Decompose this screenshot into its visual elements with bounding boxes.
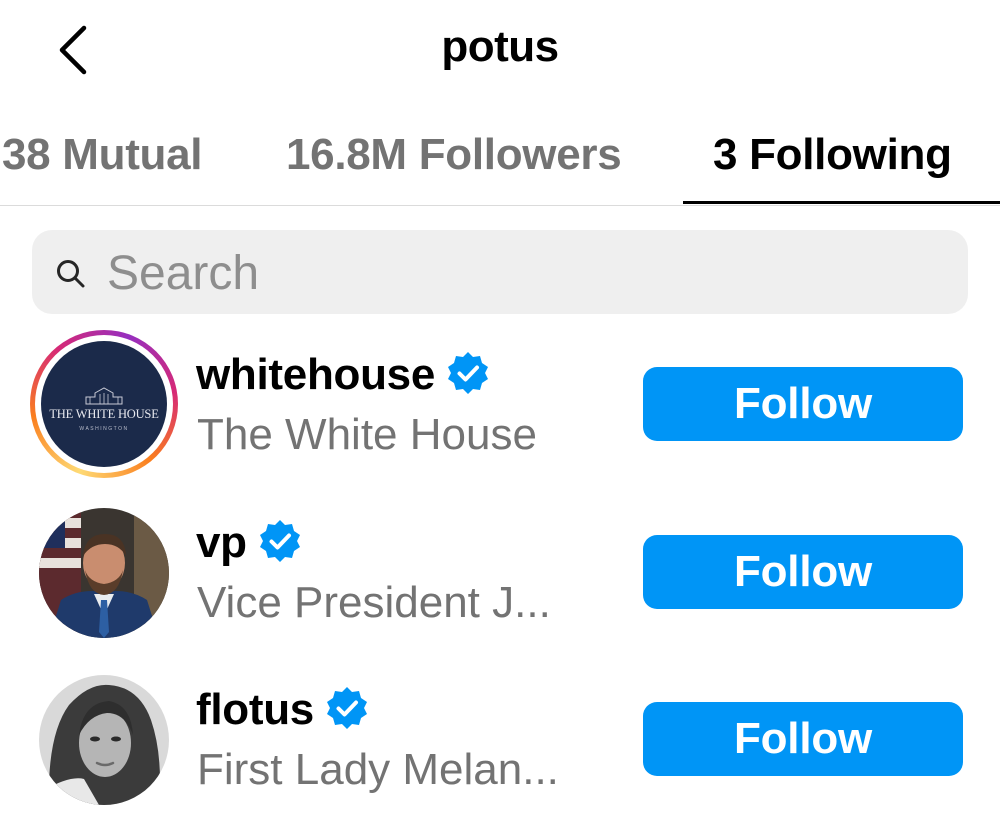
avatar[interactable]	[39, 508, 169, 638]
full-name: Vice President J...	[197, 578, 551, 627]
list-item[interactable]: vp Vice President J... Follow	[0, 498, 1000, 648]
follow-button[interactable]: Follow	[643, 535, 963, 609]
story-ring[interactable]: THE WHITE HOUSE WASHINGTON	[30, 330, 178, 478]
vp-portrait-icon	[39, 508, 169, 638]
avatar: THE WHITE HOUSE WASHINGTON	[41, 341, 167, 467]
flotus-portrait-icon	[39, 675, 169, 805]
page-title: potus	[441, 22, 559, 71]
full-name: First Lady Melan...	[197, 745, 559, 794]
tab-bar: 38 Mutual 16.8M Followers 3 Following	[0, 110, 1000, 206]
avatar-subtitle: WASHINGTON	[79, 426, 129, 432]
username[interactable]: flotus	[196, 685, 370, 735]
tab-followers[interactable]: 16.8M Followers	[286, 130, 622, 180]
username[interactable]: vp	[196, 518, 303, 568]
username-text: whitehouse	[196, 350, 436, 399]
avatar-title: THE WHITE HOUSE	[49, 407, 159, 421]
verified-badge-icon	[326, 687, 367, 730]
follow-button[interactable]: Follow	[643, 702, 963, 776]
follow-button[interactable]: Follow	[643, 367, 963, 441]
tab-mutual[interactable]: 38 Mutual	[2, 130, 203, 180]
search-placeholder: Search	[107, 247, 260, 300]
username-text: vp	[196, 518, 247, 567]
verified-badge-icon	[448, 352, 489, 395]
avatar[interactable]	[39, 675, 169, 805]
full-name: The White House	[197, 410, 537, 459]
list-item[interactable]: flotus First Lady Melan... Follow	[0, 665, 1000, 815]
verified-badge-icon	[259, 520, 300, 563]
active-tab-indicator	[683, 201, 1000, 204]
username-text: flotus	[196, 685, 314, 734]
search-icon	[57, 260, 85, 288]
search-input[interactable]: Search	[32, 230, 968, 314]
header: potus	[0, 0, 1000, 100]
list-item[interactable]: THE WHITE HOUSE WASHINGTON whitehouse Th…	[0, 330, 1000, 480]
username[interactable]: whitehouse	[196, 350, 491, 400]
white-house-icon	[85, 387, 123, 405]
tab-following[interactable]: 3 Following	[713, 130, 952, 180]
